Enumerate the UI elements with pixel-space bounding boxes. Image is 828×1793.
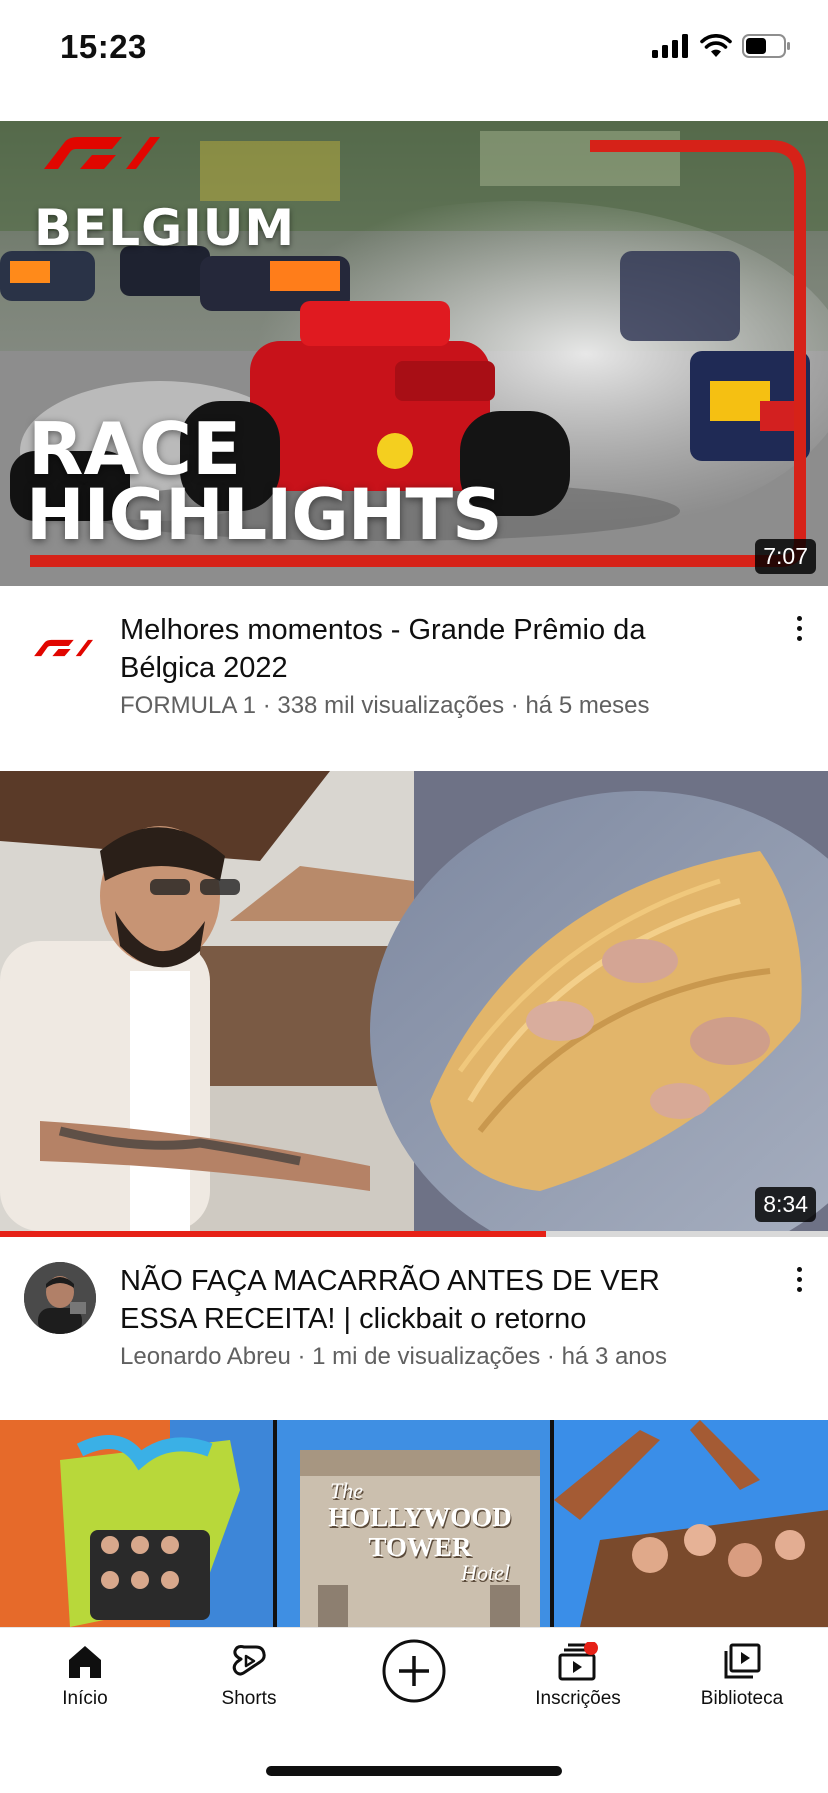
nav-item-shorts[interactable]: Shorts [179, 1642, 319, 1710]
video-meta[interactable]: NÃO FAÇA MACARRÃO ANTES DE VER ESSA RECE… [0, 1237, 828, 1397]
nav-item-subscriptions[interactable]: Inscrições [508, 1642, 648, 1710]
subscriptions-icon [558, 1642, 598, 1681]
video-duration: 7:07 [755, 539, 816, 574]
video-thumbnail[interactable]: The HOLLYWOOD TOWER Hotel [0, 1420, 828, 1627]
nav-label: Inscrições [535, 1688, 621, 1709]
library-icon [724, 1643, 761, 1679]
sign-line-2: HOLLYWOOD [328, 1502, 512, 1532]
home-indicator [266, 1766, 562, 1776]
status-time: 15:23 [60, 28, 147, 65]
create-plus-icon [382, 1639, 446, 1703]
home-icon [69, 1646, 101, 1678]
f1-logo-icon [34, 639, 93, 657]
video-meta[interactable]: Melhores momentos - Grande Prêmio da Bél… [0, 586, 828, 746]
nav-label: Biblioteca [700, 1688, 784, 1709]
video-title[interactable]: NÃO FAÇA MACARRÃO ANTES DE VER ESSA RECE… [120, 1262, 720, 1338]
battery-icon [742, 34, 790, 58]
video-subtitle: FORMULA 1 · 338 mil visualizações · há 5… [120, 692, 650, 719]
sign-line-4: Hotel [461, 1560, 510, 1585]
thumbnail-title-belgium: BELGIUM [34, 199, 296, 257]
thumbnail-image [0, 771, 828, 1231]
video-subtitle: Leonardo Abreu · 1 mi de visualizações ·… [120, 1343, 667, 1370]
nav-label: Início [62, 1688, 108, 1709]
wifi-icon [700, 34, 732, 57]
thumbnail-title-highlights: HIGHLIGHTS [26, 474, 503, 556]
f1-logo-icon [44, 137, 160, 169]
create-button[interactable] [344, 1638, 484, 1710]
shorts-icon [232, 1645, 266, 1676]
cellular-signal-icon [652, 34, 688, 58]
more-options-icon[interactable] [784, 1259, 814, 1299]
status-bar: 15:23 [0, 0, 828, 100]
hollywood-tower-sign: The HOLLYWOOD TOWER Hotel [300, 1480, 540, 1584]
video-duration: 8:34 [755, 1187, 816, 1222]
nav-label: Shorts [221, 1688, 277, 1709]
sign-line-1: The [330, 1478, 363, 1503]
avatar-image [24, 1262, 96, 1334]
video-title[interactable]: Melhores momentos - Grande Prêmio da Bél… [120, 611, 720, 687]
video-thumbnail[interactable]: 8:34 [0, 771, 828, 1231]
sign-line-3: TOWER [368, 1532, 472, 1562]
channel-avatar[interactable] [24, 1262, 96, 1334]
more-options-icon[interactable] [784, 608, 814, 648]
nav-item-home[interactable]: Início [15, 1642, 155, 1710]
channel-avatar[interactable] [24, 612, 96, 684]
video-thumbnail[interactable]: BELGIUM RACE HIGHLIGHTS 7:07 [0, 121, 828, 586]
nav-item-library[interactable]: Biblioteca [672, 1642, 812, 1710]
status-icons [652, 34, 792, 58]
